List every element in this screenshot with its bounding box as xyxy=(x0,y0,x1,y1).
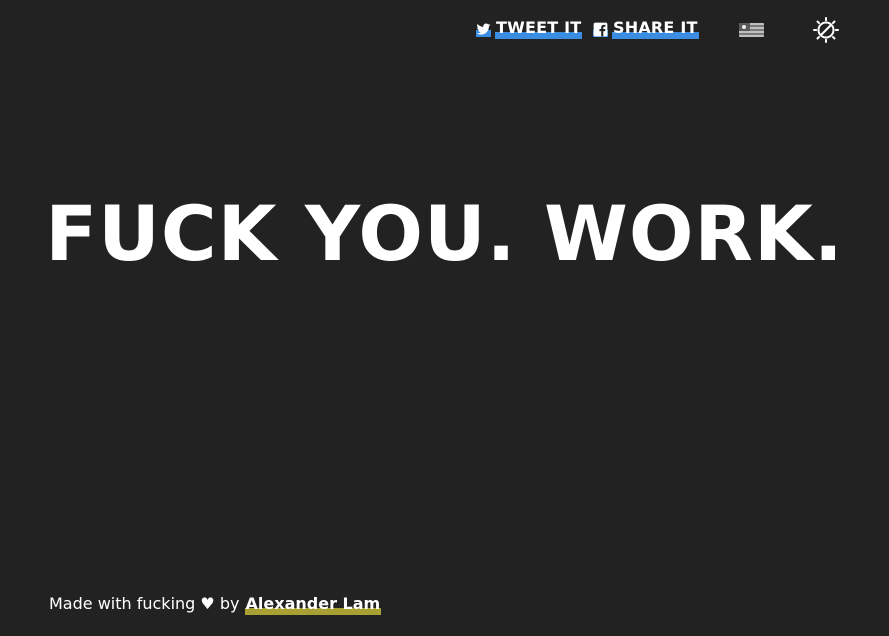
us-flag-icon[interactable] xyxy=(739,23,764,37)
share-it-link[interactable]: SHARE IT xyxy=(593,18,699,40)
top-bar: TWEET IT SHARE IT xyxy=(0,14,889,44)
flag-canton xyxy=(739,23,750,31)
headline: FUCK YOU. WORK. xyxy=(45,189,844,278)
twitter-icon xyxy=(476,21,491,37)
footer: Made with fucking ♥ by Alexander Lam xyxy=(49,594,382,615)
share-it-label: SHARE IT xyxy=(612,17,699,39)
theme-toggle-icon[interactable] xyxy=(813,17,839,43)
author-link[interactable]: Alexander Lam xyxy=(244,594,382,615)
tweet-it-link[interactable]: TWEET IT xyxy=(476,17,583,40)
facebook-icon xyxy=(593,21,608,37)
footer-made-with-text: Made with fucking ♥ by xyxy=(49,594,240,613)
tweet-it-label: TWEET IT xyxy=(495,17,583,39)
